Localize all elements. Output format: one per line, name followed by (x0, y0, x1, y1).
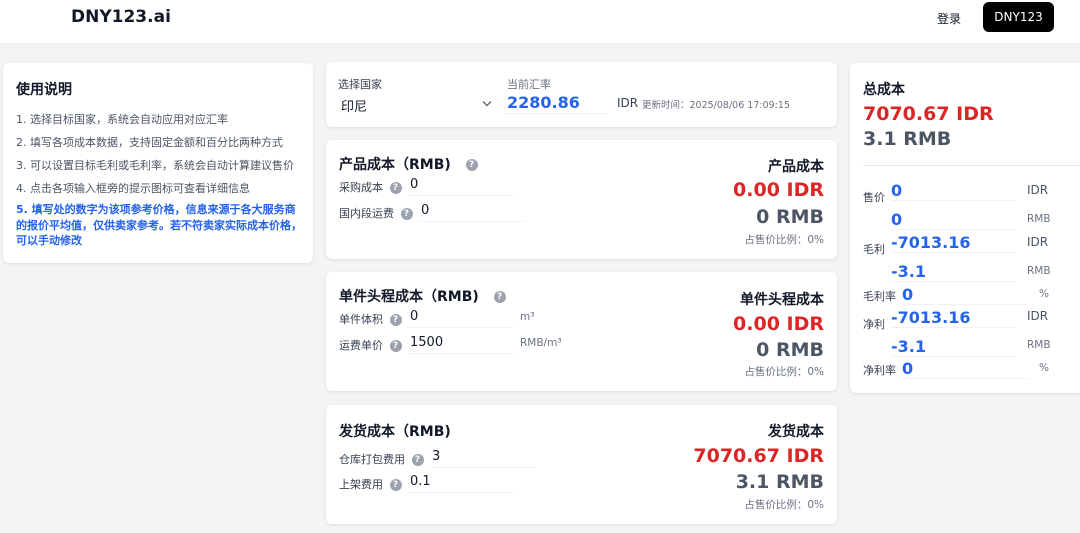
rate-updated-time: 更新时间：2025/08/06 17:09:15 (642, 100, 790, 111)
unit-volume-label: 单件体积 ? (339, 311, 402, 327)
freight-unit-price-label-text: 运费单价 (339, 339, 383, 352)
help-icon[interactable]: ? (389, 479, 402, 491)
product-cost-card: 产品成本（RMB) ? 采购成本 ? 0 国内段运费 ? 0 产品成本 0.00… (326, 140, 837, 259)
net-profit-label: 净利 (863, 318, 885, 331)
freight-unit-price-label: 运费单价 ? (339, 337, 402, 353)
total-cost-idr: 7070.67 IDR (863, 103, 994, 125)
purchase-cost-label-text: 采购成本 (339, 181, 383, 194)
shipping-cost-title-text: 单件头程成本（RMB) (339, 289, 479, 305)
freight-unit-price-input[interactable]: 1500 (408, 334, 513, 354)
domestic-freight-label-text: 国内段运费 (339, 207, 394, 220)
warehouse-packing-label-text: 仓库打包费用 (339, 453, 405, 466)
product-cost-ratio: 占售价比例：0% (744, 234, 824, 246)
instruction-item: 3. 可以设置目标毛利或毛利率，系统会自动计算建议售价 (16, 159, 294, 172)
net-profit-rmb-input[interactable]: -3.1 (891, 337, 1016, 357)
gross-margin-input[interactable]: 0 (902, 285, 1028, 305)
total-divider (863, 165, 1080, 166)
unit-volume-unit: m³ (520, 311, 535, 323)
total-cost-title: 总成本 (863, 82, 905, 98)
delivery-cost-idr: 7070.67 IDR (693, 445, 824, 467)
top-header: DNY123.ai 登录 DNY123 (0, 0, 1080, 44)
instructions-card: 使用说明 1. 选择目标国家，系统会自动应用对应汇率 2. 填写各项成本数据，支… (3, 63, 313, 263)
price-rmb-input[interactable]: 0 (891, 210, 1016, 230)
delivery-cost-ratio: 占售价比例：0% (744, 499, 824, 511)
shipping-cost-idr: 0.00 IDR (733, 313, 824, 335)
chevron-down-icon (482, 97, 492, 107)
instruction-highlight: 5. 填写处的数字为该项参考价格，信息来源于各大服务商的报价平均值，仅供卖家参考… (16, 203, 302, 247)
delivery-cost-summary-title: 发货成本 (768, 424, 824, 440)
net-margin-label: 净利率 (863, 364, 896, 377)
warehouse-packing-input[interactable]: 3 (430, 448, 535, 468)
net-profit-rmb-unit: RMB (1027, 339, 1051, 351)
listing-fee-input[interactable]: 0.1 (408, 473, 513, 493)
help-icon[interactable]: ? (493, 291, 506, 303)
instructions-title: 使用说明 (16, 82, 72, 98)
product-cost-rmb: 0 RMB (756, 206, 824, 228)
net-profit-idr-input[interactable]: -7013.16 (891, 308, 1016, 328)
gross-profit-rmb-input[interactable]: -3.1 (891, 262, 1016, 282)
login-link[interactable]: 登录 (937, 10, 961, 27)
purchase-cost-label: 采购成本 ? (339, 179, 402, 195)
instruction-item: 2. 填写各项成本数据，支持固定金额和百分比两种方式 (16, 136, 283, 149)
shipping-cost-rmb: 0 RMB (756, 339, 824, 361)
listing-fee-label: 上架费用 ? (339, 476, 402, 492)
country-select[interactable]: 印尼 (338, 94, 496, 115)
product-cost-title: 产品成本（RMB) ? (339, 154, 478, 174)
product-cost-summary-title: 产品成本 (768, 159, 824, 175)
gross-margin-label: 毛利率 (863, 290, 896, 303)
unit-volume-input[interactable]: 0 (408, 308, 513, 328)
help-icon[interactable]: ? (411, 454, 424, 466)
net-profit-idr-unit: IDR (1027, 309, 1049, 323)
gross-profit-idr-input[interactable]: -7013.16 (891, 233, 1016, 253)
domestic-freight-label: 国内段运费 ? (339, 205, 413, 221)
price-label: 售价 (863, 191, 885, 204)
gross-profit-rmb-unit: RMB (1027, 265, 1051, 277)
shipping-cost-title: 单件头程成本（RMB) ? (339, 286, 506, 306)
price-idr-unit: IDR (1027, 183, 1049, 197)
unit-volume-label-text: 单件体积 (339, 313, 383, 326)
delivery-cost-rmb: 3.1 RMB (735, 471, 824, 493)
shipping-cost-ratio: 占售价比例：0% (744, 366, 824, 378)
rate-label: 当前汇率 (507, 78, 551, 91)
rate-value: 2280.86 (507, 93, 580, 112)
help-icon[interactable]: ? (389, 340, 402, 352)
help-icon[interactable]: ? (400, 208, 413, 220)
gross-profit-idr-unit: IDR (1027, 235, 1049, 249)
price-rmb-unit: RMB (1027, 213, 1051, 225)
country-label: 选择国家 (338, 78, 382, 91)
price-idr-input[interactable]: 0 (891, 181, 1016, 201)
delivery-cost-title: 发货成本（RMB) (339, 424, 451, 440)
freight-unit-price-unit: RMB/m³ (520, 337, 562, 349)
net-margin-unit: % (1039, 362, 1049, 374)
help-icon[interactable]: ? (389, 182, 402, 194)
warehouse-packing-label: 仓库打包费用 ? (339, 451, 424, 467)
country-card: 选择国家 印尼 当前汇率 2280.86 IDR 更新时间：2025/08/06… (326, 62, 837, 127)
help-icon[interactable]: ? (465, 159, 478, 171)
instruction-item: 1. 选择目标国家，系统会自动应用对应汇率 (16, 113, 228, 126)
help-icon[interactable]: ? (389, 314, 402, 326)
shipping-cost-card: 单件头程成本（RMB) ? 单件体积 ? 0 m³ 运费单价 ? 1500 RM… (326, 272, 837, 391)
gross-margin-unit: % (1039, 288, 1049, 300)
net-margin-input[interactable]: 0 (902, 359, 1028, 379)
logo[interactable]: DNY123.ai (71, 7, 171, 27)
total-cost-rmb: 3.1 RMB (863, 128, 952, 150)
product-cost-idr: 0.00 IDR (733, 179, 824, 201)
country-select-value: 印尼 (341, 100, 368, 115)
gross-profit-label: 毛利 (863, 243, 885, 256)
shipping-cost-summary-title: 单件头程成本 (740, 292, 824, 308)
brand-button[interactable]: DNY123 (983, 2, 1054, 32)
product-cost-title-text: 产品成本（RMB) (339, 157, 451, 173)
rate-unit: IDR (617, 96, 639, 110)
listing-fee-label-text: 上架费用 (339, 478, 383, 491)
purchase-cost-input[interactable]: 0 (408, 176, 513, 196)
delivery-cost-card: 发货成本（RMB) 仓库打包费用 ? 3 上架费用 ? 0.1 发货成本 707… (326, 405, 837, 524)
instruction-item: 4. 点击各项输入框旁的提示图标可查看详细信息 (16, 182, 250, 195)
rate-input[interactable]: 2280.86 (506, 92, 608, 114)
total-cost-card: 总成本 7070.67 IDR 3.1 RMB 售价 0 IDR 0 RMB 毛… (850, 63, 1080, 393)
domestic-freight-input[interactable]: 0 (419, 202, 524, 222)
